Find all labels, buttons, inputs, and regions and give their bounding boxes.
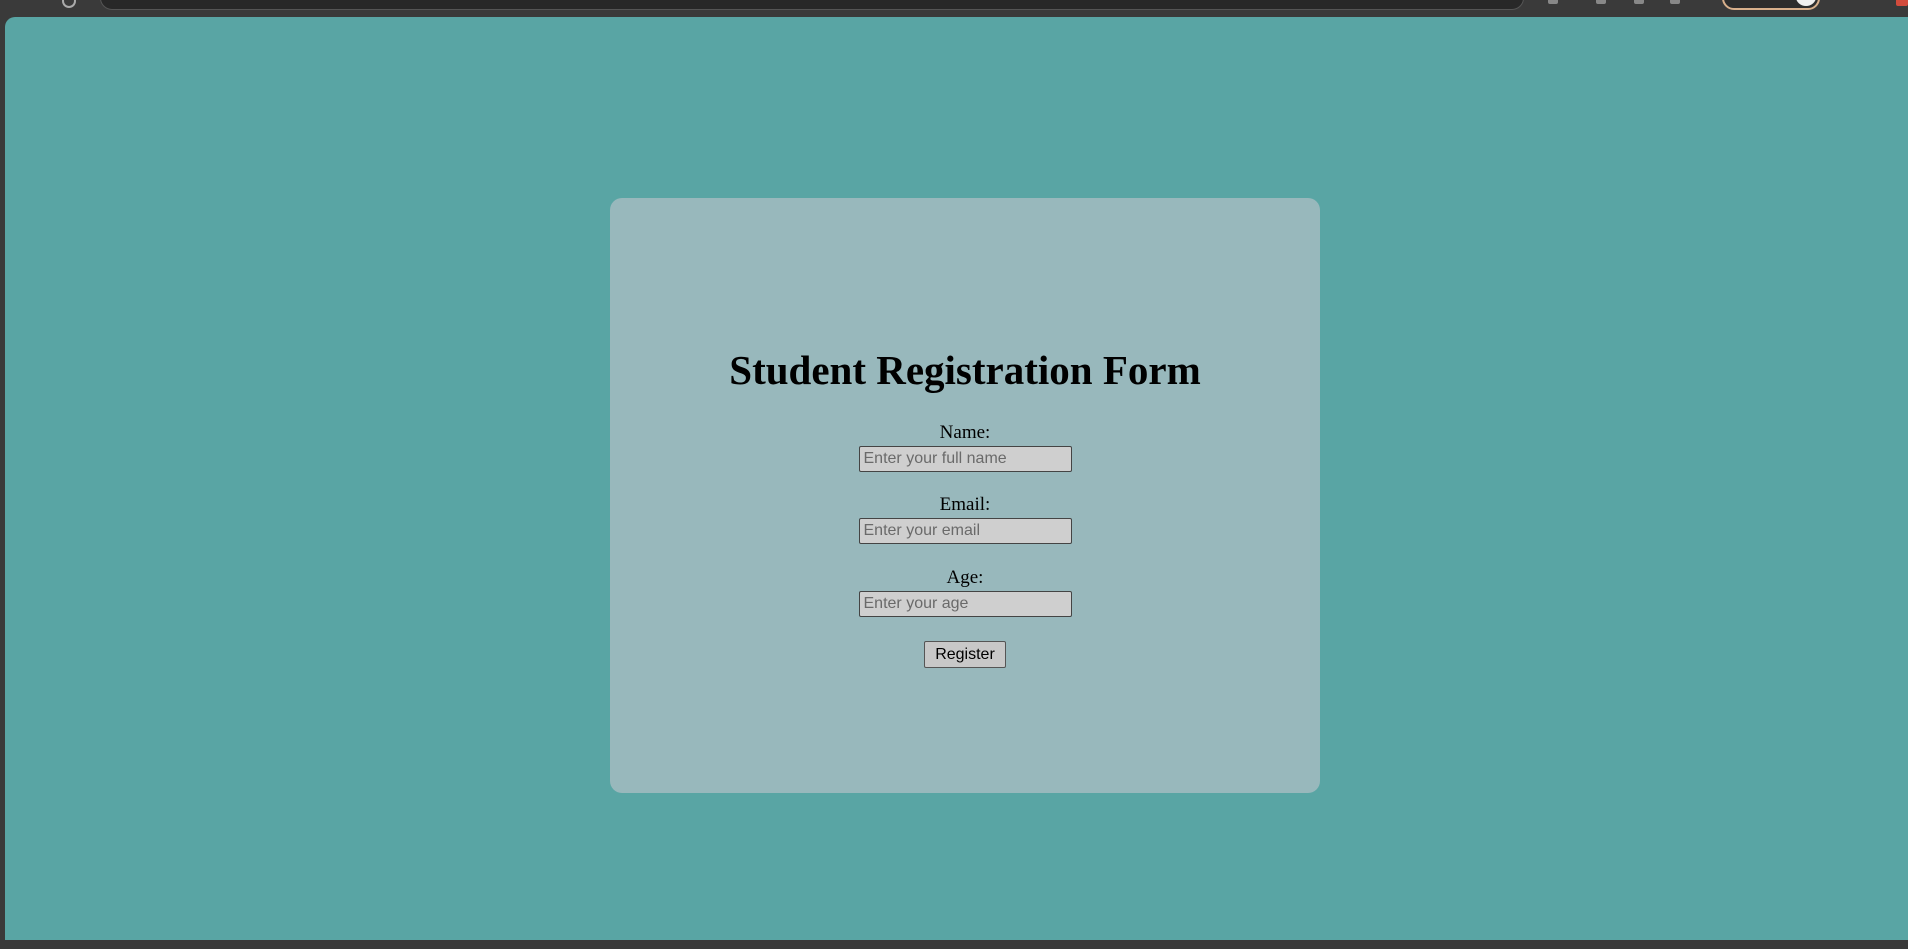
name-field-group: Name:	[610, 423, 1320, 472]
age-input[interactable]	[858, 591, 1072, 617]
extension-icon[interactable]	[1634, 0, 1644, 4]
name-label: Name:	[939, 422, 991, 443]
browser-toolbar	[0, 0, 1908, 17]
page-viewport: Student Registration Form Name: Email: A…	[5, 17, 1908, 940]
extension-icon[interactable]	[1596, 0, 1606, 4]
profile-toggle[interactable]	[1722, 0, 1820, 10]
email-input[interactable]	[858, 518, 1072, 544]
email-label: Email:	[939, 494, 991, 515]
address-bar[interactable]	[100, 0, 1524, 10]
reload-icon[interactable]	[62, 0, 76, 8]
window-bottom-edge	[0, 940, 1908, 949]
age-field-group: Age:	[610, 568, 1320, 617]
profile-avatar-icon	[1796, 0, 1816, 6]
register-button[interactable]: Register	[924, 641, 1006, 668]
notification-icon[interactable]	[1896, 0, 1908, 6]
name-input[interactable]	[858, 446, 1072, 472]
extension-icon[interactable]	[1548, 0, 1558, 4]
registration-card: Student Registration Form Name: Email: A…	[610, 198, 1320, 793]
extension-icon[interactable]	[1670, 0, 1680, 4]
form-title: Student Registration Form	[729, 347, 1201, 393]
age-label: Age:	[946, 567, 984, 588]
email-field-group: Email:	[610, 495, 1320, 544]
